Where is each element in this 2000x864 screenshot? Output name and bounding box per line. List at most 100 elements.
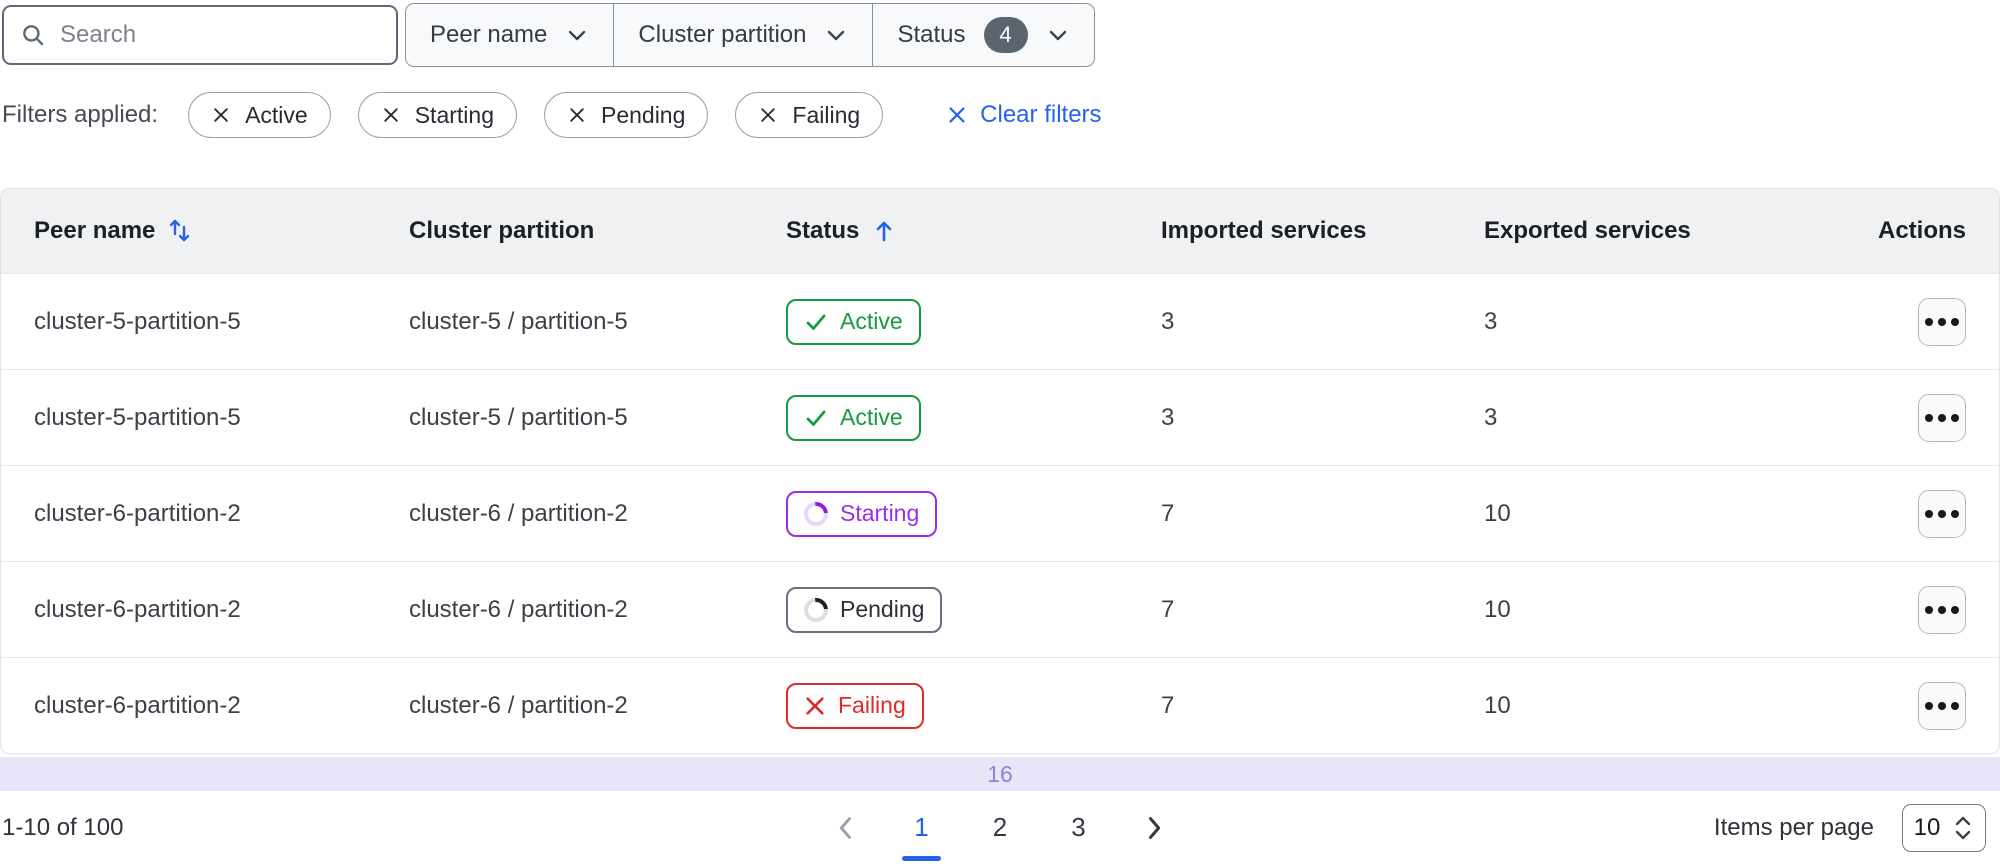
column-header-label: Actions <box>1877 217 1966 244</box>
check-icon <box>806 410 826 426</box>
cell-peer-name: cluster-6-partition-2 <box>34 499 241 527</box>
dropdown-label: Peer name <box>430 21 548 48</box>
search-input[interactable] <box>60 21 380 49</box>
dropdown-cluster-partition[interactable]: Cluster partition <box>614 4 874 66</box>
cell-peer-name: cluster-5-partition-5 <box>34 403 241 431</box>
dropdown-label: Cluster partition <box>638 21 807 48</box>
status-badge-active: Active <box>786 394 921 441</box>
cell-imported-services: 7 <box>1161 595 1175 623</box>
peers-table: Peer name Cluster partition Status Impor… <box>0 188 2000 754</box>
row-indicator-value: 16 <box>987 760 1013 787</box>
cell-imported-services: 7 <box>1161 499 1175 527</box>
row-indicator-bar: 16 <box>0 757 2000 791</box>
clear-filters-button[interactable]: Clear filters <box>946 101 1102 129</box>
row-actions-button[interactable] <box>1918 681 1966 730</box>
column-header-status[interactable]: Status <box>786 217 1161 245</box>
filter-chip-active[interactable]: Active <box>188 92 331 138</box>
column-header-label: Exported services <box>1484 217 1691 244</box>
page-button-3[interactable]: 3 <box>1061 806 1095 849</box>
column-header-cluster-partition[interactable]: Cluster partition <box>409 217 786 245</box>
table-row: cluster-6-partition-2 cluster-6 / partit… <box>1 465 1999 561</box>
column-header-actions: Actions <box>1868 217 1966 245</box>
remove-filter-icon[interactable] <box>211 105 231 125</box>
cell-exported-services: 10 <box>1484 499 1511 527</box>
column-header-imported-services: Imported services <box>1161 217 1484 245</box>
page-button-1[interactable]: 1 <box>902 806 942 861</box>
cell-imported-services: 7 <box>1161 691 1175 719</box>
peers-table-page: Peer name Cluster partition Status 4 Fil… <box>0 0 2000 864</box>
cell-cluster-partition: cluster-6 / partition-2 <box>409 691 628 719</box>
clear-filters-icon <box>949 107 965 123</box>
items-per-page-value: 10 <box>1913 813 1941 841</box>
filter-chip-label: Active <box>245 101 308 128</box>
filter-dropdown-group: Peer name Cluster partition Status 4 <box>405 3 1095 67</box>
status-badge-starting: Starting <box>786 490 938 537</box>
table-row: cluster-6-partition-2 cluster-6 / partit… <box>1 657 1999 753</box>
filters-applied-label: Filters applied: <box>2 101 159 128</box>
table-row: cluster-6-partition-2 cluster-6 / partit… <box>1 561 1999 657</box>
column-header-label: Imported services <box>1161 217 1367 244</box>
ellipsis-icon <box>1925 413 1959 422</box>
page-button-2[interactable]: 2 <box>983 806 1017 849</box>
cell-exported-services: 3 <box>1484 403 1498 431</box>
remove-filter-icon[interactable] <box>381 105 401 125</box>
row-actions-button[interactable] <box>1918 297 1966 346</box>
cell-cluster-partition: cluster-5 / partition-5 <box>409 403 628 431</box>
ellipsis-icon <box>1925 605 1959 614</box>
filter-chip-failing[interactable]: Failing <box>735 92 884 138</box>
pager: 1 2 3 <box>0 806 2000 861</box>
status-badge-pending: Pending <box>786 586 943 633</box>
remove-filter-icon[interactable] <box>567 105 587 125</box>
column-header-exported-services: Exported services <box>1484 217 1868 245</box>
table-header-row: Peer name Cluster partition Status Impor… <box>1 189 1999 273</box>
row-actions-button[interactable] <box>1918 393 1966 442</box>
previous-page-button[interactable] <box>832 814 860 842</box>
items-per-page-label: Items per page <box>1713 813 1874 841</box>
stepper-up-down-icon <box>1956 816 1971 839</box>
cell-imported-services: 3 <box>1161 403 1175 431</box>
column-header-peer-name[interactable]: Peer name <box>34 217 409 245</box>
spinner-icon <box>799 592 833 627</box>
cell-exported-services: 10 <box>1484 691 1511 719</box>
dropdown-status[interactable]: Status 4 <box>873 4 1093 66</box>
status-label: Active <box>840 308 903 334</box>
items-per-page-select[interactable]: 10 <box>1902 803 1986 852</box>
cell-peer-name: cluster-6-partition-2 <box>34 691 241 719</box>
row-actions-button[interactable] <box>1918 585 1966 634</box>
clear-filters-label: Clear filters <box>980 101 1102 128</box>
cell-cluster-partition: cluster-6 / partition-2 <box>409 595 628 623</box>
chevron-right-icon <box>1148 816 1160 839</box>
column-header-label: Cluster partition <box>409 217 595 244</box>
sort-both-icon[interactable] <box>167 218 193 244</box>
items-per-page: Items per page 10 <box>1713 803 1986 852</box>
filter-chip-pending[interactable]: Pending <box>543 92 709 138</box>
chevron-left-icon <box>840 816 852 839</box>
filter-chip-label: Failing <box>792 101 861 128</box>
x-mark-icon <box>806 696 824 715</box>
sort-ascending-icon[interactable] <box>871 218 897 244</box>
dropdown-peer-name[interactable]: Peer name <box>406 4 615 66</box>
status-badge-active: Active <box>786 298 921 345</box>
chevron-down-icon <box>1049 30 1066 41</box>
cell-peer-name: cluster-6-partition-2 <box>34 595 241 623</box>
ellipsis-icon <box>1925 701 1959 710</box>
column-header-label: Peer name <box>34 217 156 244</box>
cell-exported-services: 10 <box>1484 595 1511 623</box>
chevron-down-icon <box>569 30 586 41</box>
filter-chip-label: Starting <box>414 101 494 128</box>
status-filter-count-badge: 4 <box>983 17 1028 53</box>
row-actions-button[interactable] <box>1918 489 1966 538</box>
spinner-icon <box>799 496 833 531</box>
status-label: Failing <box>838 692 906 718</box>
filter-chip-starting[interactable]: Starting <box>357 92 517 138</box>
next-page-button[interactable] <box>1140 814 1168 842</box>
status-label: Pending <box>840 596 925 622</box>
cell-cluster-partition: cluster-5 / partition-5 <box>409 307 628 335</box>
cell-imported-services: 3 <box>1161 307 1175 335</box>
table-row: cluster-5-partition-5 cluster-5 / partit… <box>1 369 1999 465</box>
search-box[interactable] <box>2 5 398 65</box>
filter-chip-label: Pending <box>600 101 686 128</box>
remove-filter-icon[interactable] <box>758 105 778 125</box>
status-label: Active <box>840 404 903 430</box>
status-badge-failing: Failing <box>786 682 924 729</box>
